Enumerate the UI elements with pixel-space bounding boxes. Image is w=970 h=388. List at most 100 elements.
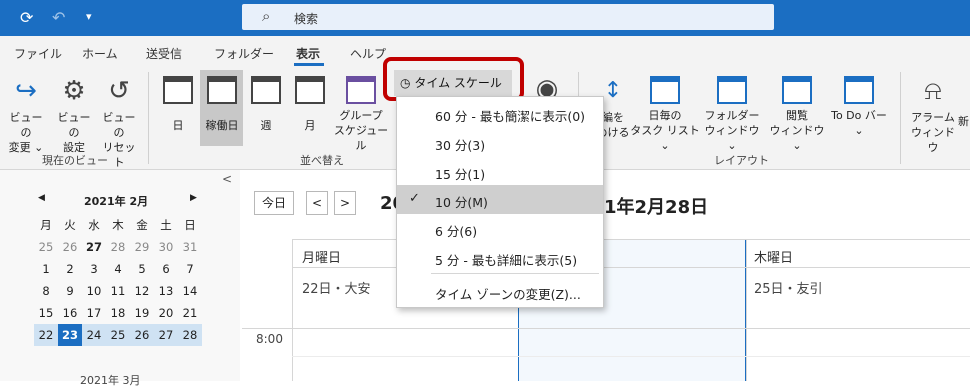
tab-folder[interactable]: フォルダー [214,45,274,62]
tab-file[interactable]: ファイル [14,45,62,62]
minical-day[interactable]: 18 [106,302,130,324]
minical-day[interactable]: 26 [58,236,82,258]
tab-send-receive[interactable]: 送受信 [146,45,182,62]
menu-item-5-min[interactable]: 5 分 - 最も詳細に表示(5) [397,243,603,272]
menu-item-30-min[interactable]: 30 分(3) [397,128,603,157]
minical-day[interactable]: 2 [58,258,82,280]
calendar-work-week-icon [207,76,237,104]
work-week-view-button[interactable]: 稼働日 [202,76,242,144]
tab-view[interactable]: 表示 [296,45,320,62]
minical-next-icon[interactable]: ▶ [190,193,197,203]
minical-day[interactable]: 27 [154,324,178,346]
day-info-thursday: 25日・友引 [754,282,823,297]
menu-item-6-min[interactable]: 6 分(6) [397,214,603,243]
search-placeholder: 検索 [294,12,319,26]
minical-day[interactable]: 16 [58,302,82,324]
minical-day[interactable]: 6 [154,258,178,280]
minical-day[interactable]: 21 [178,302,202,324]
undo-icon[interactable]: ↶ [52,8,65,27]
minical-weekday: 月 [40,218,52,232]
minical-day[interactable]: 17 [82,302,106,324]
view-settings-button[interactable]: ⚙ ビューの 設定 [54,76,94,155]
todo-bar-label1: To Do バー [831,109,887,122]
date-range-title-right: 1年2月28日 [604,197,709,218]
change-view-label1: ビューの [9,111,43,139]
prev-button[interactable]: < [306,191,328,215]
minical-day[interactable]: 23 [58,324,82,346]
minical-day[interactable]: 3 [82,258,106,280]
minical-day[interactable]: 19 [130,302,154,324]
minical-day[interactable]: 15 [34,302,58,324]
folder-pane-button[interactable]: フォルダー ウィンドウ ⌄ [700,76,764,153]
minical-day[interactable]: 13 [154,280,178,302]
todo-bar-icon [844,76,874,104]
next-button[interactable]: > [334,191,356,215]
title-bar: ⟳ ↶ ▾ ⌕ 検索 [0,0,970,36]
minical-day[interactable]: 14 [178,280,202,302]
menu-item-10-min[interactable]: ✓ 10 分(M) [397,185,603,214]
minical-day[interactable]: 12 [130,280,154,302]
collapse-pane-icon[interactable]: < [222,172,232,186]
minical-day[interactable]: 1 [34,258,58,280]
today-button[interactable]: 今日 [254,191,294,215]
menu-separator [431,273,599,274]
minical-day[interactable]: 27 [82,236,106,258]
calendar-week-icon [251,76,281,104]
minical-day[interactable]: 5 [130,258,154,280]
menu-item-label: 5 分 - 最も詳細に表示(5) [435,253,578,268]
time-row-line [242,328,970,329]
minical-day[interactable]: 22 [34,324,58,346]
folder-pane-label1: フォルダー [704,109,760,122]
month-view-label: 月 [304,119,316,132]
month-view-button[interactable]: 月 [294,76,326,144]
daily-task-list-button[interactable]: 日毎の タスク リスト ⌄ [626,76,704,153]
change-view-button[interactable]: ↪ ビューの 変更 ⌄ [8,76,44,155]
folder-pane-icon [717,76,747,104]
new-window-partial-label[interactable]: 新 [958,113,969,129]
minical-day[interactable]: 29 [130,236,154,258]
day-header-monday: 月曜日 [302,251,342,266]
todo-bar-button[interactable]: To Do バー ⌄ [826,76,892,138]
quick-access-dropdown-icon[interactable]: ▾ [86,10,92,23]
menu-item-change-timezone[interactable]: タイム ゾーンの変更(Z)... [397,277,603,306]
minical-day[interactable]: 10 [82,280,106,302]
minical-day[interactable]: 25 [106,324,130,346]
minical-day[interactable]: 28 [106,236,130,258]
minical-day[interactable]: 31 [178,236,202,258]
week-view-button[interactable]: 週 [250,76,282,144]
calendar-day-icon [163,76,193,104]
reading-pane-button[interactable]: 閲覧 ウィンドウ ⌄ [768,76,826,153]
calendar-month-icon [295,76,325,104]
reading-pane-label2: ウィンドウ ⌄ [769,124,825,152]
reminders-label2: ウィンドウ [911,126,955,154]
minical-day[interactable]: 28 [178,324,202,346]
time-row-line [292,356,970,357]
search-input[interactable]: ⌕ 検索 [242,4,774,30]
day-view-button[interactable]: 日 [162,76,194,144]
menu-item-60-min[interactable]: 60 分 - 最も簡潔に表示(0) [397,99,603,128]
minical-day[interactable]: 7 [178,258,202,280]
minical-day[interactable]: 4 [106,258,130,280]
tab-help[interactable]: ヘルプ [350,45,386,62]
minical-prev-icon[interactable]: ◀ [38,193,45,203]
reading-pane-label1: 閲覧 [786,109,808,122]
minical-day[interactable]: 25 [34,236,58,258]
time-label-8: 8:00 [256,332,283,346]
minical-weekday: 木 [112,218,124,232]
search-icon: ⌕ [262,7,271,25]
minical-day[interactable]: 26 [130,324,154,346]
minical-day[interactable]: 9 [58,280,82,302]
minical-day[interactable]: 11 [106,280,130,302]
menu-item-15-min[interactable]: 15 分(1) [397,157,603,186]
change-view-icon: ↪ [15,76,37,106]
reminders-window-button[interactable]: ⍾ アラーム ウィンドウ [908,76,958,155]
minical-day[interactable]: 30 [154,236,178,258]
tab-home[interactable]: ホーム [82,45,118,62]
header-divider-line [292,267,970,268]
minical-day[interactable]: 24 [82,324,106,346]
minical-day[interactable]: 20 [154,302,178,324]
reset-icon: ↺ [108,76,130,106]
minical-day[interactable]: 8 [34,280,58,302]
work-week-view-label: 稼働日 [205,119,239,132]
sync-icon[interactable]: ⟳ [20,8,33,27]
